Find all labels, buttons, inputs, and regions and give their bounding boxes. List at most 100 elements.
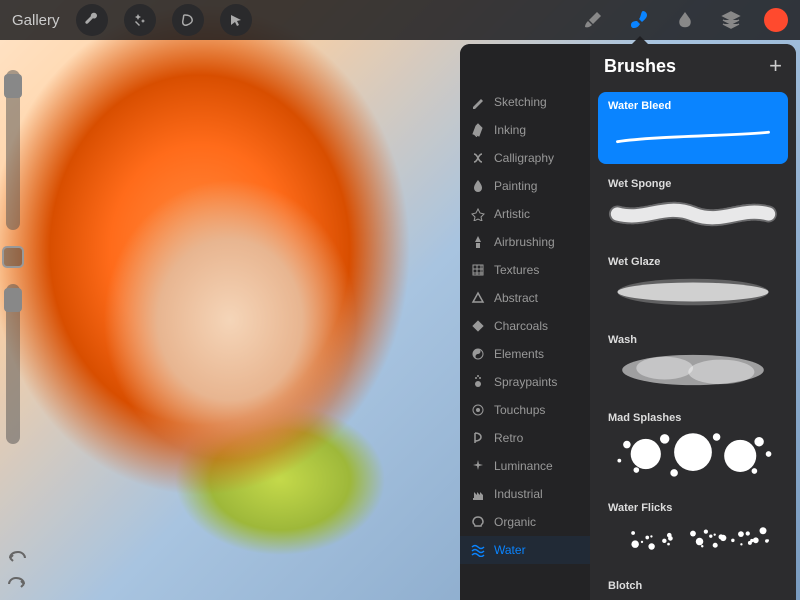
artistic-icon bbox=[470, 207, 486, 221]
color-picker-button[interactable] bbox=[764, 8, 788, 32]
side-controls bbox=[4, 70, 24, 444]
category-label: Textures bbox=[494, 263, 539, 277]
yinyang-icon bbox=[470, 347, 486, 361]
actions-button[interactable] bbox=[124, 4, 156, 36]
category-item[interactable]: Inking bbox=[460, 116, 590, 144]
paint-tool-button[interactable] bbox=[580, 7, 606, 33]
brush-name: Wet Glaze bbox=[608, 256, 778, 268]
category-item[interactable]: Touchups bbox=[460, 396, 590, 424]
brushes-panel: Sketching Inking Calligraphy Painting Artist… bbox=[460, 44, 796, 600]
category-label: Artistic bbox=[494, 207, 530, 221]
category-label: Organic bbox=[494, 515, 536, 529]
texture-icon bbox=[470, 263, 486, 277]
category-label: Spraypaints bbox=[494, 375, 557, 389]
droplet-icon bbox=[470, 179, 486, 193]
category-label: Charcoals bbox=[494, 319, 548, 333]
category-label: Airbrushing bbox=[494, 235, 555, 249]
eraser-tool-button[interactable] bbox=[718, 7, 744, 33]
category-label: Sketching bbox=[494, 95, 547, 109]
brush-name: Mad Splashes bbox=[608, 412, 778, 424]
industrial-icon bbox=[470, 487, 486, 501]
category-label: Painting bbox=[494, 179, 537, 193]
brush-item[interactable]: Wash bbox=[598, 326, 788, 398]
brush-name: Wash bbox=[608, 334, 778, 346]
airbrush-icon bbox=[470, 235, 486, 249]
transform-button[interactable] bbox=[220, 4, 252, 36]
category-label: Industrial bbox=[494, 487, 543, 501]
brush-size-slider[interactable] bbox=[6, 70, 20, 230]
retro-icon bbox=[470, 431, 486, 445]
selection-button[interactable] bbox=[172, 4, 204, 36]
category-item[interactable]: Calligraphy bbox=[460, 144, 590, 172]
adjustments-button[interactable] bbox=[76, 4, 108, 36]
brush-item[interactable]: Wet Sponge bbox=[598, 170, 788, 242]
brush-scroll[interactable]: Water Bleed Wet Sponge Wet Glaze Wash Mad Sp… bbox=[590, 44, 796, 600]
undo-button[interactable] bbox=[6, 548, 28, 564]
category-item[interactable]: Artistic bbox=[460, 200, 590, 228]
category-label: Calligraphy bbox=[494, 151, 554, 165]
charcoal-icon bbox=[470, 319, 486, 333]
category-label: Water bbox=[494, 543, 526, 557]
brush-name: Water Bleed bbox=[608, 100, 778, 112]
history-controls bbox=[6, 548, 28, 590]
category-item[interactable]: Retro bbox=[460, 424, 590, 452]
category-item[interactable]: Industrial bbox=[460, 480, 590, 508]
gallery-button[interactable]: Gallery bbox=[12, 12, 60, 29]
brush-name: Wet Sponge bbox=[608, 178, 778, 190]
calligraphy-icon bbox=[470, 151, 486, 165]
add-brush-button[interactable]: + bbox=[769, 53, 782, 79]
brush-size-thumb[interactable] bbox=[4, 74, 22, 98]
water-icon bbox=[470, 543, 486, 557]
brush-item[interactable]: Water Flicks bbox=[598, 494, 788, 566]
undo-icon bbox=[6, 548, 28, 564]
pencil-icon bbox=[470, 95, 486, 109]
brush-name: Blotch bbox=[608, 580, 778, 592]
redo-icon bbox=[6, 574, 28, 590]
arrow-cursor-icon bbox=[229, 13, 243, 27]
brush-item[interactable]: Water Bleed bbox=[598, 92, 788, 164]
modify-button[interactable] bbox=[2, 246, 24, 268]
category-label: Elements bbox=[494, 347, 544, 361]
category-label: Touchups bbox=[494, 403, 545, 417]
category-item[interactable]: Sketching bbox=[460, 88, 590, 116]
category-item[interactable]: Organic bbox=[460, 508, 590, 536]
category-item[interactable]: Charcoals bbox=[460, 312, 590, 340]
category-item[interactable]: Airbrushing bbox=[460, 228, 590, 256]
category-item[interactable]: Spraypaints bbox=[460, 368, 590, 396]
sparkle-icon bbox=[470, 459, 486, 473]
brush-library-button[interactable] bbox=[626, 7, 652, 33]
organic-icon bbox=[470, 515, 486, 529]
category-item[interactable]: Painting bbox=[460, 172, 590, 200]
opacity-thumb[interactable] bbox=[4, 288, 22, 312]
redo-button[interactable] bbox=[6, 574, 28, 590]
opacity-slider[interactable] bbox=[6, 284, 20, 444]
category-item[interactable]: Abstract bbox=[460, 284, 590, 312]
selection-icon bbox=[181, 13, 195, 27]
category-label: Luminance bbox=[494, 459, 553, 473]
smudge-tool-button[interactable] bbox=[672, 7, 698, 33]
panel-header: Brushes + bbox=[590, 44, 796, 88]
brush-list: Brushes + Water Bleed Wet Sponge Wet Glaze… bbox=[590, 44, 796, 600]
brush-item[interactable]: Blotch bbox=[598, 572, 788, 600]
spray-icon bbox=[470, 375, 486, 389]
layers-icon bbox=[720, 9, 742, 31]
category-label: Inking bbox=[494, 123, 526, 137]
category-item[interactable]: Textures bbox=[460, 256, 590, 284]
wand-icon bbox=[132, 12, 148, 28]
category-item[interactable]: Elements bbox=[460, 340, 590, 368]
brush-categories-list[interactable]: Sketching Inking Calligraphy Painting Artist… bbox=[460, 44, 590, 600]
category-item[interactable]: Water bbox=[460, 536, 590, 564]
pen-nib-icon bbox=[470, 123, 486, 137]
touchup-icon bbox=[470, 403, 486, 417]
brush-item[interactable]: Mad Splashes bbox=[598, 404, 788, 488]
top-toolbar: Gallery bbox=[0, 0, 800, 40]
smudge-icon bbox=[674, 9, 696, 31]
brush-item[interactable]: Wet Glaze bbox=[598, 248, 788, 320]
wrench-icon bbox=[84, 12, 100, 28]
brush-icon bbox=[627, 8, 651, 32]
abstract-icon bbox=[470, 291, 486, 305]
panel-title: Brushes bbox=[604, 56, 676, 77]
brush-name: Water Flicks bbox=[608, 502, 778, 514]
category-label: Retro bbox=[494, 431, 523, 445]
category-item[interactable]: Luminance bbox=[460, 452, 590, 480]
